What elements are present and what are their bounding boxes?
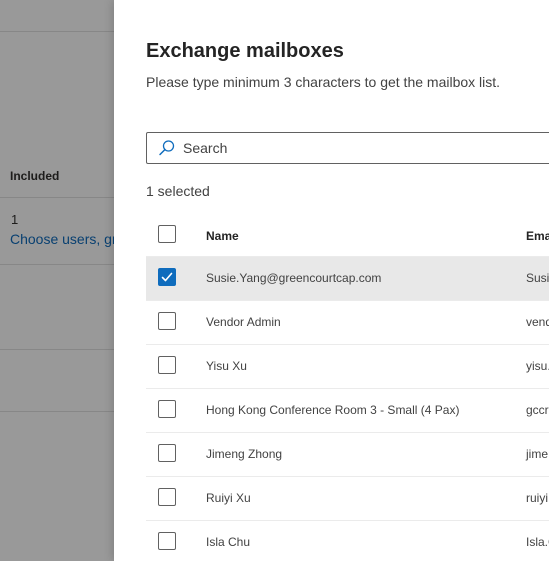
mailbox-email: Isla.C — [526, 535, 549, 549]
table-row[interactable]: Hong Kong Conference Room 3 - Small (4 P… — [146, 389, 549, 433]
row-checkbox[interactable] — [158, 312, 176, 330]
mailbox-email: ruiyi — [526, 491, 549, 505]
mailbox-name: Jimeng Zhong — [206, 447, 283, 461]
select-all-checkbox[interactable] — [158, 225, 176, 243]
row-checkbox[interactable] — [158, 268, 176, 286]
search-icon — [158, 139, 176, 157]
mailbox-email: vendo — [526, 315, 549, 329]
mailbox-email: jime — [526, 447, 549, 461]
panel-subtitle: Please type minimum 3 characters to get … — [146, 74, 501, 90]
mailbox-name: Susie.Yang@greencourtcap.com — [206, 271, 382, 285]
table-row[interactable]: Ruiyi Xu ruiyi — [146, 477, 549, 521]
table-row[interactable]: Yisu Xu yisu. — [146, 345, 549, 389]
row-checkbox[interactable] — [158, 444, 176, 462]
mailbox-name: Hong Kong Conference Room 3 - Small (4 P… — [206, 403, 460, 417]
search-input[interactable] — [183, 136, 543, 160]
table-row[interactable]: Isla Chu Isla.C — [146, 521, 549, 561]
checkmark-icon — [161, 272, 173, 282]
table-row[interactable]: Vendor Admin vendo — [146, 301, 549, 345]
row-checkbox[interactable] — [158, 400, 176, 418]
email-column-header[interactable]: Ema — [526, 229, 549, 243]
mailbox-table: Name Ema Susie.Yang@greencourtcap.com Sus… — [146, 214, 549, 561]
panel-title: Exchange mailboxes — [146, 40, 344, 62]
mailbox-name: Vendor Admin — [206, 315, 281, 329]
mailbox-name: Isla Chu — [206, 535, 251, 549]
name-column-header[interactable]: Name — [206, 229, 239, 243]
table-row[interactable]: Jimeng Zhong jime — [146, 433, 549, 477]
mailbox-name: Ruiyi Xu — [206, 491, 251, 505]
row-checkbox[interactable] — [158, 356, 176, 374]
mailbox-email: Susie — [526, 271, 549, 285]
table-row[interactable]: Susie.Yang@greencourtcap.com Susie — [146, 257, 549, 301]
mailbox-name: Yisu Xu — [206, 359, 247, 373]
search-box[interactable] — [146, 132, 549, 164]
row-checkbox[interactable] — [158, 532, 176, 550]
row-checkbox[interactable] — [158, 488, 176, 506]
mailbox-email: yisu. — [526, 359, 549, 373]
exchange-mailboxes-panel: Exchange mailboxes Please type minimum 3… — [114, 0, 549, 561]
mailbox-email: gccr — [526, 403, 549, 417]
table-header-row: Name Ema — [146, 214, 549, 257]
selected-count: 1 selected — [146, 183, 210, 199]
